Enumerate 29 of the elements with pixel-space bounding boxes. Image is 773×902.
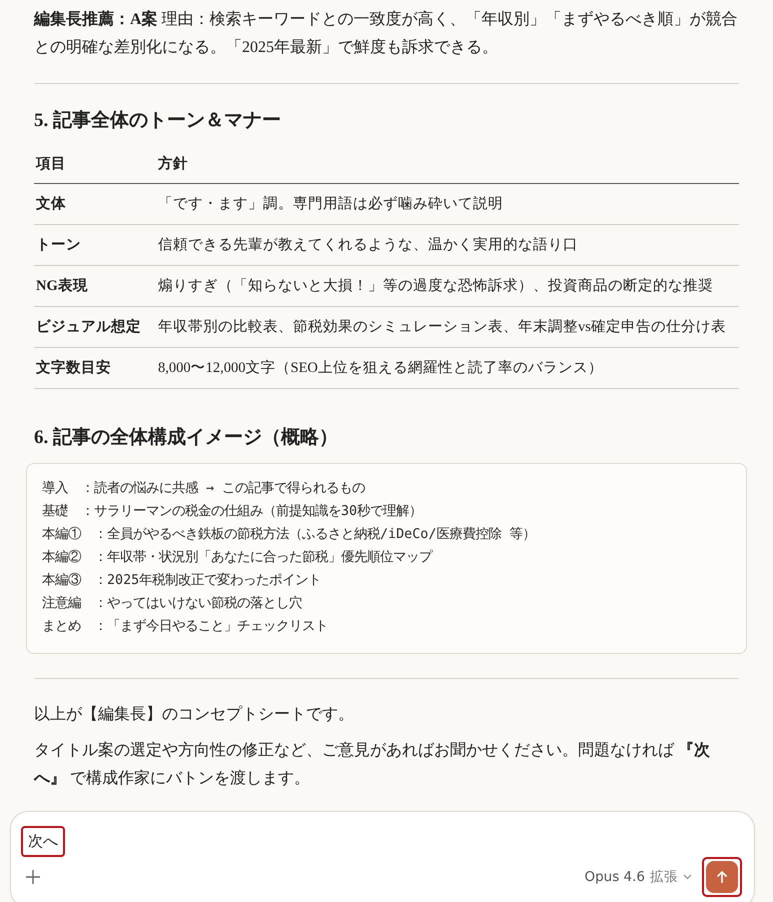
paragraph: タイトル案の選定や方向性の修正など、ご意見があればお聞かせください。問題なければ 『次へ』 で構成作家にバトンを渡します。: [34, 740, 711, 789]
table-cell: 文字数目安: [36, 360, 111, 376]
code-line: 基礎 ：サラリーマンの税金の仕組み（前提知識を30秒で理解）: [42, 502, 424, 521]
table-cell: 煽りすぎ（「知らないと大損！」等の過度な恐怖訴求）、投資商品の断定的な推奨: [158, 278, 713, 294]
table-cell: ビジュアル想定: [36, 319, 141, 335]
table-cell: 文体: [36, 196, 66, 212]
arrow-up-icon: [716, 870, 728, 884]
model-selector[interactable]: Opus 4.6 拡張: [584, 868, 692, 886]
column-header: 項目: [36, 156, 66, 172]
code-line: 導入 ：読者の悩みに共感 → この記事で得られるもの: [42, 480, 366, 498]
section-heading: 6. 記事の全体構成イメージ（概略）: [34, 426, 339, 450]
table-cell: トーン: [36, 237, 81, 253]
paragraph: 編集長推薦：A案 理由：検索キーワードとの一致度が高く、「年収別」「まずやるべき順」が競合との明確な差別化になる。「2025年最新」で鮮度も訴求できる。: [34, 9, 739, 58]
table-cell: 「です・ます」調。専門用語は必ず噛み砕いて説明: [158, 196, 503, 212]
plus-icon: [25, 869, 41, 885]
code-line: 本編① ：全員がやるべき鉄板の節税方法（ふるさと納税/iDeCo/医療費控除 等）: [42, 526, 536, 544]
code-line: 本編② ：年収帯・状況別「あなたに合った節税」優先順位マップ: [42, 548, 434, 567]
table-cell: 年収帯別の比較表、節税効果のシミュレーション表、年末調整vs確定申告の仕分け表: [158, 319, 726, 335]
table-cell: NG表現: [36, 278, 88, 294]
column-header: 方針: [158, 156, 188, 172]
code-line: まとめ ：「まず今日やること」チェックリスト: [42, 618, 329, 636]
code-line: 注意編 ：やってはいけない節税の落とし穴: [42, 594, 303, 613]
section-heading: 5. 記事全体のトーン＆マナー: [34, 108, 282, 133]
table-cell: 8,000〜12,000文字（SEO上位を狙える網羅性と読了率のバランス）: [158, 360, 603, 376]
message-input[interactable]: 次へ: [21, 826, 65, 857]
code-line: 本編③ ：2025年税制改正で変わったポイント: [42, 572, 322, 590]
chevron-icon: [683, 874, 692, 880]
table-cell: 信頼できる先輩が教えてくれるような、温かく実用的な語り口: [158, 237, 578, 253]
paragraph: 以上が【編集長】のコンセプトシートです。: [34, 704, 355, 725]
